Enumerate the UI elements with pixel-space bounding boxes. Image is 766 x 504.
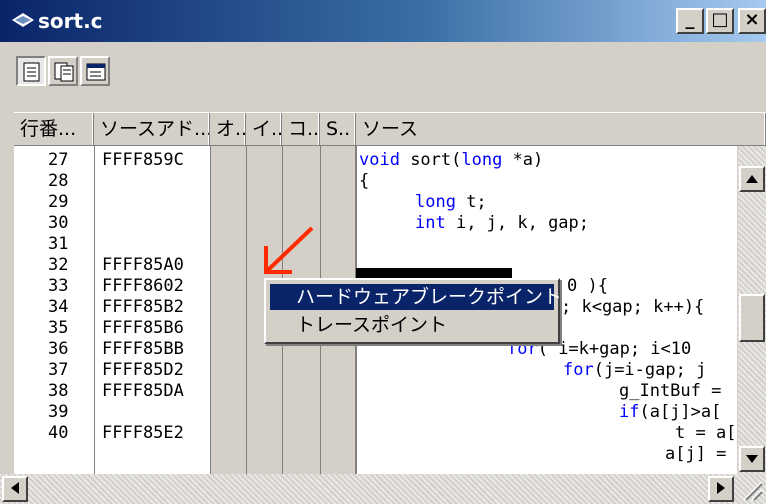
code-line: int i, j, k, gap;	[415, 213, 589, 234]
line-number: 38	[48, 381, 69, 401]
code-line: long t;	[415, 192, 487, 213]
line-number: 37	[48, 360, 69, 380]
source-address: FFFF85E2	[102, 423, 184, 443]
line-number: 34	[48, 297, 69, 317]
code-keyword: for	[563, 360, 594, 380]
code-text: t = a[	[675, 423, 737, 443]
code-line: a[j] =	[665, 444, 726, 465]
context-menu: ハードウェアブレークポイント トレースポイント	[264, 278, 562, 344]
arrow-up-icon	[746, 175, 758, 183]
code-keyword: void	[359, 150, 400, 170]
vertical-scrollbar[interactable]	[738, 146, 766, 474]
source-address: FFFF85B6	[102, 318, 184, 338]
size-grip-icon[interactable]	[738, 476, 764, 502]
mixed-view-button[interactable]	[80, 56, 110, 86]
line-number: 35	[48, 318, 69, 338]
code-line: for(j=i-gap; j	[563, 360, 706, 381]
source-address: FFFF8602	[102, 276, 184, 296]
source-address: FFFF85A0	[102, 255, 184, 275]
line-number: 31	[48, 234, 69, 254]
column-event-i[interactable]: イ..	[246, 113, 282, 145]
column-event-s[interactable]: S..	[320, 113, 356, 145]
arrow-right-icon	[717, 482, 725, 494]
disassembly-view-button[interactable]	[48, 56, 78, 86]
code-text: sort(	[399, 150, 462, 170]
code-text: ( i=k+gap; i<10	[537, 339, 692, 359]
code-text: i, j, k, gap;	[445, 213, 590, 233]
code-text: (a[j]>a[	[639, 402, 722, 422]
line-number: 39	[48, 402, 69, 422]
table-row[interactable]: 40 FFFF85E2	[14, 423, 356, 444]
column-source-address[interactable]: ソースアド...	[94, 113, 210, 145]
table-row[interactable]: 39	[14, 402, 356, 423]
line-number: 28	[48, 171, 69, 191]
window-title: sort.c	[38, 9, 103, 33]
code-text: *a)	[502, 150, 544, 170]
line-number: 33	[48, 276, 69, 296]
column-event-o[interactable]: オ..	[210, 113, 246, 145]
code-text: (j=i-gap; j	[593, 360, 707, 380]
code-line: {	[359, 171, 369, 192]
code-text: 0 ){	[567, 276, 608, 296]
code-text: g_IntBuf =	[619, 381, 722, 401]
source-address: FFFF85D2	[102, 360, 184, 380]
horizontal-scrollbar[interactable]	[0, 474, 766, 504]
table-row[interactable]: 28	[14, 171, 356, 192]
code-line: g_IntBuf =	[619, 381, 721, 402]
code-keyword: long	[415, 192, 456, 212]
arrow-left-icon	[11, 482, 19, 494]
menu-item-tracepoint[interactable]: トレースポイント	[270, 312, 554, 338]
disassembly-view-icon	[54, 62, 74, 82]
code-line: t = a[	[675, 423, 736, 444]
title-bar[interactable]: sort.c _ □ ×	[0, 0, 766, 42]
source-address: FFFF85BB	[102, 339, 184, 359]
close-button[interactable]: ×	[738, 8, 766, 34]
column-header: 行番... ソースアド... オ.. イ.. コ.. S.. ソース	[14, 112, 766, 146]
source-view-icon	[23, 62, 40, 82]
scroll-right-button[interactable]	[708, 476, 734, 502]
table-row[interactable]: 29	[14, 192, 356, 213]
scroll-down-button[interactable]	[739, 446, 765, 472]
code-text: ; k<gap; k++){	[561, 297, 705, 317]
code-text: a[j] =	[665, 444, 727, 464]
code-line: ; k<gap; k++){	[561, 297, 704, 318]
source-window: sort.c _ □ × 行番... ソースアド... オ.. イ.. コ.. …	[0, 0, 766, 504]
code-text: {	[359, 171, 370, 191]
line-number: 36	[48, 339, 69, 359]
table-row[interactable]: 27 FFFF859C	[14, 150, 356, 171]
code-keyword: int	[415, 213, 446, 233]
code-line: void sort(long *a)	[359, 150, 543, 171]
code-line: if(a[j]>a[	[619, 402, 721, 423]
scroll-left-button[interactable]	[2, 476, 28, 502]
column-source[interactable]: ソース	[356, 113, 766, 145]
table-row[interactable]: 38 FFFF85DA	[14, 381, 356, 402]
source-address: FFFF85DA	[102, 381, 184, 401]
column-event-ko[interactable]: コ..	[282, 113, 320, 145]
menu-item-hardware-breakpoint[interactable]: ハードウェアブレークポイント	[270, 284, 562, 310]
code-keyword: long	[461, 150, 503, 170]
file-icon	[12, 13, 34, 27]
red-arrow-icon	[264, 226, 314, 274]
line-number: 30	[48, 213, 69, 233]
code-text: t;	[455, 192, 487, 212]
source-address: FFFF85B2	[102, 297, 184, 317]
line-number: 40	[48, 423, 69, 443]
toolbar	[0, 42, 766, 106]
column-line-number[interactable]: 行番...	[14, 113, 94, 145]
code-line: 0 ){	[567, 276, 608, 297]
source-address: FFFF859C	[102, 150, 184, 170]
line-number: 29	[48, 192, 69, 212]
mixed-view-icon	[86, 63, 106, 81]
arrow-down-icon	[746, 455, 758, 463]
minimize-button[interactable]: _	[676, 8, 704, 34]
code-keyword: if	[619, 402, 640, 422]
source-view-button[interactable]	[16, 56, 46, 86]
maximize-button[interactable]: □	[706, 8, 734, 34]
scroll-thumb[interactable]	[739, 294, 765, 342]
line-number: 32	[48, 255, 69, 275]
table-row[interactable]: 37 FFFF85D2	[14, 360, 356, 381]
line-number: 27	[48, 150, 69, 170]
scroll-up-button[interactable]	[739, 166, 765, 192]
